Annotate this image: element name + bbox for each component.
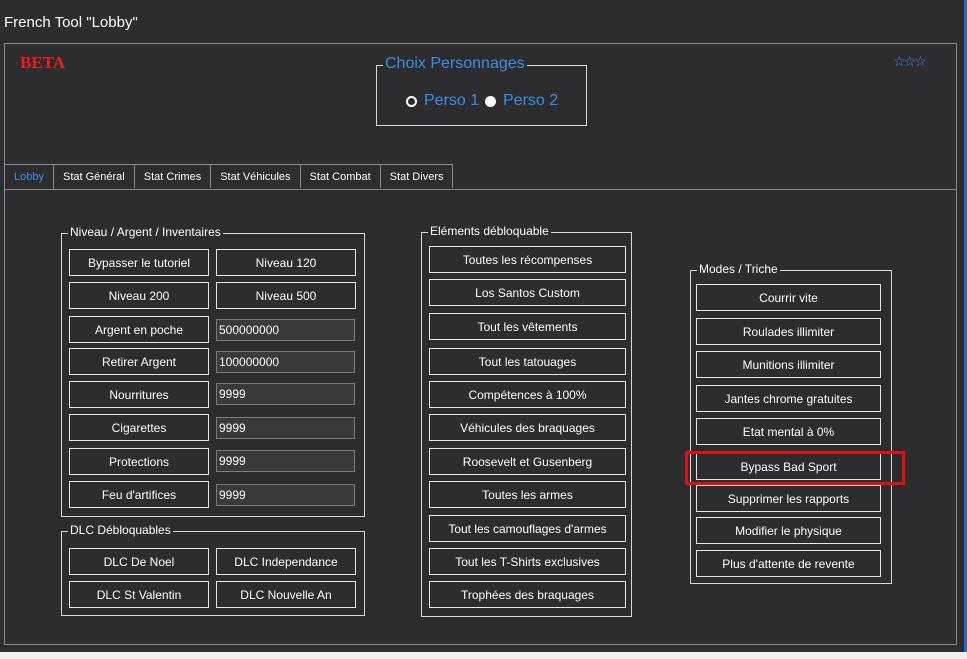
dlc-nouvelle-an-button[interactable]: DLC Nouvelle An [216,581,356,608]
bypass-tutorial-button[interactable]: Bypasser le tutoriel [69,249,209,276]
cigarettes-button[interactable]: Cigarettes [69,414,209,441]
unlock-los-santos-custom-button[interactable]: Los Santos Custom [429,279,626,306]
tab-stat-crimes[interactable]: Stat Crimes [133,164,212,188]
unlock-heist-trophies-button[interactable]: Trophées des braquages [429,581,626,608]
tab-stat-general[interactable]: Stat Général [52,164,135,188]
tab-stat-vehicules[interactable]: Stat Véhicules [210,164,301,188]
character-choice-group: Choix Personnages Perso 1 Perso 2 [376,55,587,126]
bypass-bad-sport-highlight [685,451,905,485]
protections-button[interactable]: Protections [69,448,209,475]
unlock-weapons-button[interactable]: Toutes les armes [429,481,626,508]
withdraw-money-input[interactable]: 100000000 [216,351,355,373]
tab-bar: Lobby Stat Général Stat Crimes Stat Véhi… [4,164,454,190]
run-fast-button[interactable]: Courrir vite [696,284,881,311]
dlc-independance-button[interactable]: DLC Independance [216,548,356,575]
unlimited-rolls-button[interactable]: Roulades illimiter [696,318,881,345]
niveau-group-title: Niveau / Argent / Inventaires [68,225,223,239]
food-input[interactable]: 9999 [216,383,355,405]
unlock-weapon-camos-button[interactable]: Tout les camouflages d'armes [429,515,626,542]
radio-perso-1-label: Perso 1 [424,92,480,109]
tab-stat-combat[interactable]: Stat Combat [299,164,381,188]
level-200-button[interactable]: Niveau 200 [69,282,209,309]
level-500-button[interactable]: Niveau 500 [216,282,356,309]
fireworks-input[interactable]: 9999 [216,484,355,506]
money-pocket-input[interactable]: 500000000 [216,319,355,341]
beta-label: BETA [20,53,66,72]
stars-icon: ☆☆☆ [893,53,927,69]
window-title: French Tool "Lobby" [4,14,138,31]
modes-group-title: Modes / Triche [697,262,780,276]
unlock-clothes-button[interactable]: Tout les vêtements [429,313,626,340]
food-button[interactable]: Nourritures [69,381,209,408]
desktop-background-strip [0,652,967,659]
delete-reports-button[interactable]: Supprimer les rapports [696,485,881,512]
cigarettes-input[interactable]: 9999 [216,417,355,439]
tab-divider [4,189,957,190]
radio-checked-icon [406,95,417,107]
unlock-heist-vehicles-button[interactable]: Véhicules des braquages [429,414,626,441]
unlimited-ammo-button[interactable]: Munitions illimiter [696,351,881,378]
free-chrome-rims-button[interactable]: Jantes chrome gratuites [696,385,881,412]
modify-physique-button[interactable]: Modifier le physique [696,517,881,544]
unlock-skills-button[interactable]: Compétences à 100% [429,381,626,408]
radio-unchecked-icon [485,95,496,107]
unlock-roosevelt-gusenberg-button[interactable]: Roosevelt et Gusenberg [429,448,626,475]
dlc-group-title: DLC Débloquables [68,523,173,537]
unlock-rewards-button[interactable]: Toutes les récompenses [429,246,626,273]
unlock-group-title: Eléments débloquable [428,224,551,238]
money-pocket-button[interactable]: Argent en poche [69,316,209,343]
radio-perso-2[interactable]: Perso 2 [485,92,558,110]
protections-input[interactable]: 9999 [216,450,355,472]
tab-lobby[interactable]: Lobby [4,164,54,190]
no-resale-wait-button[interactable]: Plus d'attente de revente [696,550,881,577]
level-120-button[interactable]: Niveau 120 [216,249,356,276]
unlock-tshirts-button[interactable]: Tout les T-Shirts exclusives [429,548,626,575]
dlc-st-valentin-button[interactable]: DLC St Valentin [69,581,209,608]
fireworks-button[interactable]: Feu d'artifices [69,481,209,508]
character-choice-title: Choix Personnages [383,55,527,73]
radio-perso-2-label: Perso 2 [503,92,559,109]
unlock-tattoos-button[interactable]: Tout les tatouages [429,348,626,375]
dlc-noel-button[interactable]: DLC De Noel [69,548,209,575]
mental-state-zero-button[interactable]: Etat mental à 0% [696,418,881,445]
tab-stat-divers[interactable]: Stat Divers [379,164,454,188]
withdraw-money-button[interactable]: Retirer Argent [69,348,209,375]
radio-perso-1[interactable]: Perso 1 [406,92,479,110]
